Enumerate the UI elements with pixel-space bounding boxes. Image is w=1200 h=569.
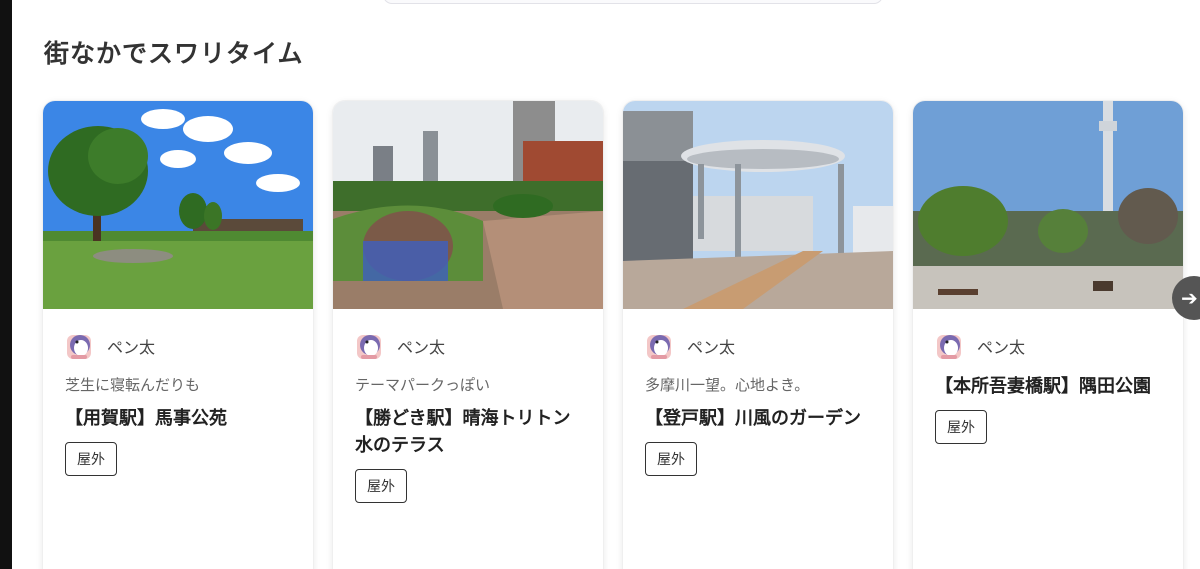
tower-park-photo[interactable] xyxy=(913,101,1183,309)
author-name[interactable]: ペン太 xyxy=(687,334,735,358)
catchphrase: 多摩川一望。心地よき。 xyxy=(645,376,810,394)
tag-badge[interactable]: 屋外 xyxy=(645,442,697,476)
section-title: 街なかでスワリタイム xyxy=(44,39,304,68)
tag-badge[interactable]: 屋外 xyxy=(935,410,987,444)
author-name[interactable]: ペン太 xyxy=(397,334,445,358)
penguin-avatar-icon xyxy=(937,335,961,359)
author[interactable]: ペン太 xyxy=(935,331,1161,361)
spot-card[interactable]: ペン太 芝生に寝転んだりも 【用賀駅】馬事公苑 屋外 xyxy=(43,101,313,569)
tag-badge[interactable]: 屋外 xyxy=(65,442,117,476)
arrow-right-icon: ➔ xyxy=(1181,286,1198,310)
penguin-avatar-icon xyxy=(357,335,381,359)
author-name[interactable]: ペン太 xyxy=(107,334,155,358)
search-bar-edge[interactable] xyxy=(383,0,883,4)
place-name[interactable]: 【勝どき駅】晴海トリトン水のテラス xyxy=(355,405,581,459)
author[interactable]: ペン太 xyxy=(355,331,581,361)
page: 街なかでスワリタイム ペン太 芝生に寝転んだりも 【用賀駅】馬事公苑 屋外 ペン… xyxy=(0,0,1200,569)
rooftop-garden-photo[interactable] xyxy=(333,101,603,309)
author-name[interactable]: ペン太 xyxy=(977,334,1025,358)
canopy-terrace-photo[interactable] xyxy=(623,101,893,309)
catchphrase: テーマパークっぽい xyxy=(355,376,491,394)
penguin-avatar-icon xyxy=(67,335,91,359)
tag-badge[interactable]: 屋外 xyxy=(355,469,407,503)
park-lawn-photo[interactable] xyxy=(43,101,313,309)
place-name[interactable]: 【本所吾妻橋駅】隅田公園 xyxy=(935,373,1161,400)
spot-card[interactable]: ペン太 テーマパークっぽい 【勝どき駅】晴海トリトン水のテラス 屋外 xyxy=(333,101,603,569)
spot-card[interactable]: ペン太 多摩川一望。心地よき。 【登戸駅】川風のガーデン 屋外 xyxy=(623,101,893,569)
window-edge xyxy=(0,0,12,569)
place-name[interactable]: 【登戸駅】川風のガーデン xyxy=(645,405,871,432)
catchphrase: 芝生に寝転んだりも xyxy=(65,376,201,394)
place-name[interactable]: 【用賀駅】馬事公苑 xyxy=(65,405,291,432)
spot-card[interactable]: ペン太 【本所吾妻橋駅】隅田公園 屋外 xyxy=(913,101,1183,569)
penguin-avatar-icon xyxy=(647,335,671,359)
author[interactable]: ペン太 xyxy=(65,331,291,361)
author[interactable]: ペン太 xyxy=(645,331,871,361)
